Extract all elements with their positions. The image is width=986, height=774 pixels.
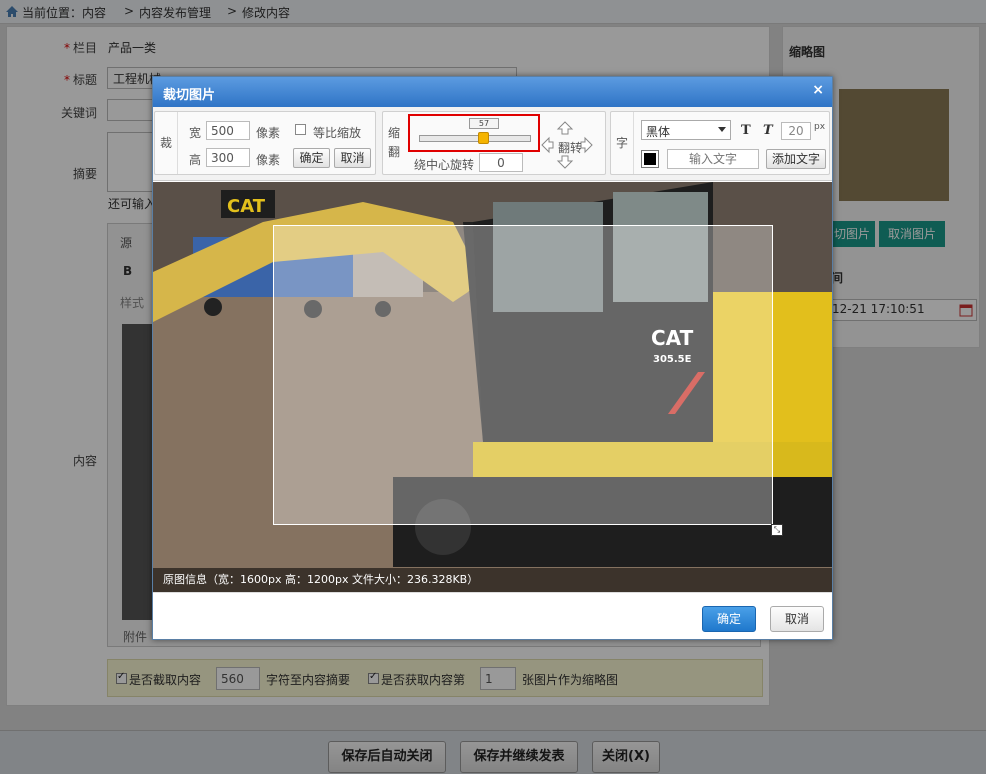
crop-width-input[interactable] — [206, 121, 250, 140]
width-label: 宽 — [189, 126, 202, 140]
crop-toolbar: 裁 宽 像素 高 像素 等比缩放 确定 取消 缩 翻 57 — [153, 107, 832, 181]
text-color-picker[interactable] — [641, 150, 659, 168]
zoom-label-2: 翻 — [388, 145, 401, 159]
rotate-input[interactable] — [479, 153, 523, 172]
divider — [177, 112, 178, 174]
crop-size-group: 裁 宽 像素 高 像素 等比缩放 确定 取消 — [154, 111, 376, 175]
height-label: 高 — [189, 153, 202, 167]
divider — [633, 112, 634, 174]
crop-height-input[interactable] — [206, 148, 250, 167]
image-info: 原图信息（宽：1600px 高：1200px 文件大小：236.328KB） — [153, 568, 832, 592]
zoom-slider[interactable]: 57 — [419, 118, 531, 148]
dialog-footer: 确定 取消 — [153, 592, 832, 639]
rotate-label: 绕中心旋转 — [414, 158, 475, 172]
text-group-label: 字 — [616, 136, 629, 150]
zoom-track[interactable] — [419, 135, 531, 142]
zoom-value-badge: 57 — [469, 118, 499, 129]
keep-ratio-checkbox[interactable] — [295, 124, 306, 135]
text-group: 字 黑体 T T px 添加文字 — [610, 111, 830, 175]
flip-label: 翻转 — [558, 141, 583, 155]
add-text-button[interactable]: 添加文字 — [766, 149, 826, 169]
font-size-input[interactable] — [781, 122, 811, 140]
close-icon[interactable]: × — [812, 82, 824, 98]
crop-selection[interactable] — [273, 225, 773, 525]
text-input[interactable] — [667, 149, 759, 169]
dialog-cancel-button[interactable]: 取消 — [770, 606, 824, 632]
width-unit: 像素 — [256, 126, 281, 140]
bold-text-icon[interactable]: T — [741, 123, 751, 138]
zoom-thumb[interactable] — [478, 132, 489, 144]
crop-image-dialog: 裁切图片 × 裁 宽 像素 高 像素 等比缩放 确定 取消 缩 翻 57 — [152, 76, 833, 640]
zoom-label: 缩 — [388, 126, 401, 140]
crop-confirm-button[interactable]: 确定 — [293, 148, 330, 168]
dialog-title: 裁切图片 — [163, 88, 216, 103]
font-size-unit: px — [814, 122, 826, 132]
resize-handle-icon[interactable]: ⤡ — [771, 524, 783, 536]
cat-boom-logo-text: CAT — [227, 196, 266, 217]
keep-ratio-label: 等比缩放 — [313, 126, 362, 140]
crop-group-label: 裁 — [160, 136, 173, 150]
height-unit: 像素 — [256, 153, 281, 167]
dialog-ok-button[interactable]: 确定 — [702, 606, 756, 632]
crop-cancel-button[interactable]: 取消 — [334, 148, 371, 168]
transform-group: 缩 翻 57 翻转 绕中心旋转 — [382, 111, 606, 175]
dialog-titlebar: 裁切图片 × — [153, 77, 832, 107]
chevron-down-icon — [718, 127, 726, 132]
italic-text-icon[interactable]: T — [763, 123, 773, 138]
crop-canvas[interactable]: CAT 305.5E CAT ⤡ 原图信息（宽：1600px 高：1200px … — [153, 182, 832, 592]
